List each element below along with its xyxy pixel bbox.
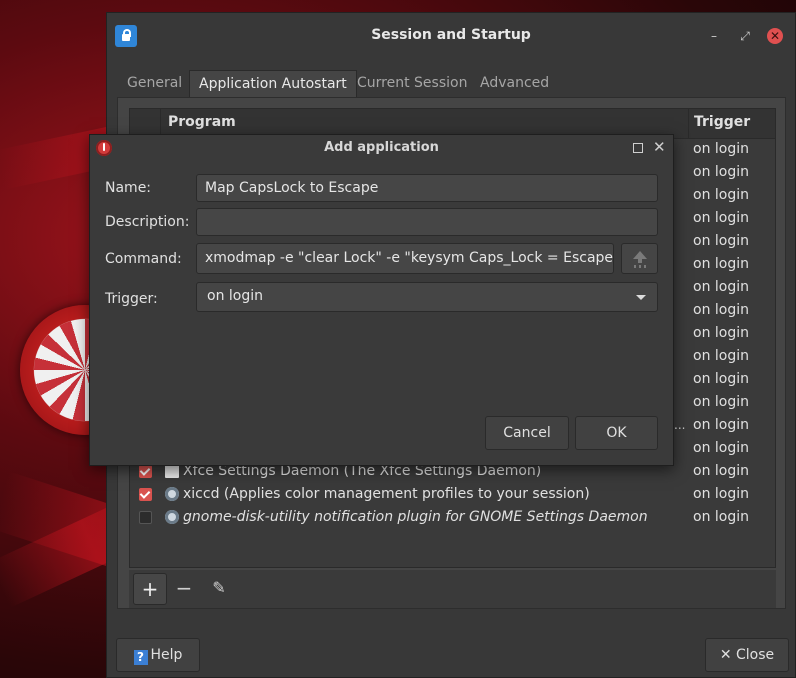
trigger-cell: on login (693, 486, 749, 502)
enabled-checkbox[interactable] (139, 465, 152, 478)
ok-button[interactable]: OK (575, 416, 658, 450)
chevron-down-icon (636, 295, 646, 300)
document-icon (165, 464, 179, 478)
trigger-cell: on login (693, 141, 749, 157)
help-icon: ? (133, 650, 148, 665)
trigger-cell: on login (693, 187, 749, 203)
tab-current-session[interactable]: Current Session (348, 70, 476, 98)
help-button[interactable]: ? Help (116, 638, 200, 672)
maximize-icon[interactable] (633, 143, 643, 153)
help-label: Help (150, 647, 183, 663)
add-button[interactable]: + (133, 573, 167, 605)
list-toolbar: + − ✎ (129, 570, 776, 608)
trigger-label: Trigger: (105, 291, 158, 307)
dialog-title: Add application (324, 140, 439, 155)
trigger-cell: on login (693, 440, 749, 456)
tab-general[interactable]: General (118, 70, 191, 98)
trigger-cell: on login (693, 509, 749, 525)
tab-advanced[interactable]: Advanced (471, 70, 558, 98)
trigger-cell: on login (693, 164, 749, 180)
trigger-cell: on login (693, 256, 749, 272)
close-icon: ✕ (719, 647, 732, 663)
window-close-button[interactable]: ✕ (767, 28, 783, 44)
minimize-button[interactable]: – (705, 27, 723, 45)
overflow-dots: ... (674, 418, 686, 432)
program-name: gnome-disk-utility notification plugin f… (183, 509, 648, 525)
close-button[interactable]: ✕ Close (705, 638, 789, 672)
trigger-cell: on login (693, 279, 749, 295)
trigger-cell: on login (693, 463, 749, 479)
trigger-selected-value: on login (207, 288, 263, 304)
list-item[interactable]: xiccd (Applies color management profiles… (130, 484, 775, 507)
close-label: Close (736, 647, 775, 663)
add-application-dialog: Add application ✕ Name: Map CapsLock to … (89, 134, 685, 466)
trigger-cell: on login (693, 325, 749, 341)
trigger-cell: on login (693, 371, 749, 387)
remove-button[interactable]: − (167, 573, 201, 605)
trigger-cell: on login (693, 302, 749, 318)
enabled-checkbox[interactable] (139, 511, 152, 524)
dialog-close-button[interactable]: ✕ (653, 138, 666, 156)
gear-icon (165, 510, 179, 524)
command-field[interactable]: xmodmap -e "clear Lock" -e "keysym Caps_… (196, 243, 614, 274)
restore-button[interactable]: ⤢ (736, 27, 754, 45)
trigger-cell: on login (693, 348, 749, 364)
trigger-cell: on login (693, 394, 749, 410)
cancel-button[interactable]: Cancel (485, 416, 569, 450)
description-field[interactable] (196, 208, 658, 236)
trigger-cell: on login (693, 233, 749, 249)
window-title: Session and Startup (371, 27, 531, 43)
program-name: xiccd (Applies color management profiles… (183, 486, 590, 502)
trigger-cell: on login (693, 210, 749, 226)
enabled-checkbox[interactable] (139, 488, 152, 501)
upload-icon[interactable] (621, 243, 658, 274)
gear-icon (165, 487, 179, 501)
trigger-cell: on login (693, 417, 749, 433)
column-header-program[interactable]: Program (168, 114, 236, 130)
tab-application-autostart[interactable]: Application Autostart (189, 70, 357, 99)
name-field[interactable]: Map CapsLock to Escape (196, 174, 658, 202)
list-item[interactable]: gnome-disk-utility notification plugin f… (130, 507, 775, 530)
command-label: Command: (105, 251, 182, 267)
titlebar[interactable]: Session and Startup – ⤢ ✕ (107, 13, 795, 59)
column-header-trigger[interactable]: Trigger (694, 114, 750, 130)
description-label: Description: (105, 214, 190, 230)
edit-button[interactable]: ✎ (202, 573, 236, 605)
trigger-select[interactable]: on login (196, 282, 658, 312)
name-label: Name: (105, 180, 152, 196)
